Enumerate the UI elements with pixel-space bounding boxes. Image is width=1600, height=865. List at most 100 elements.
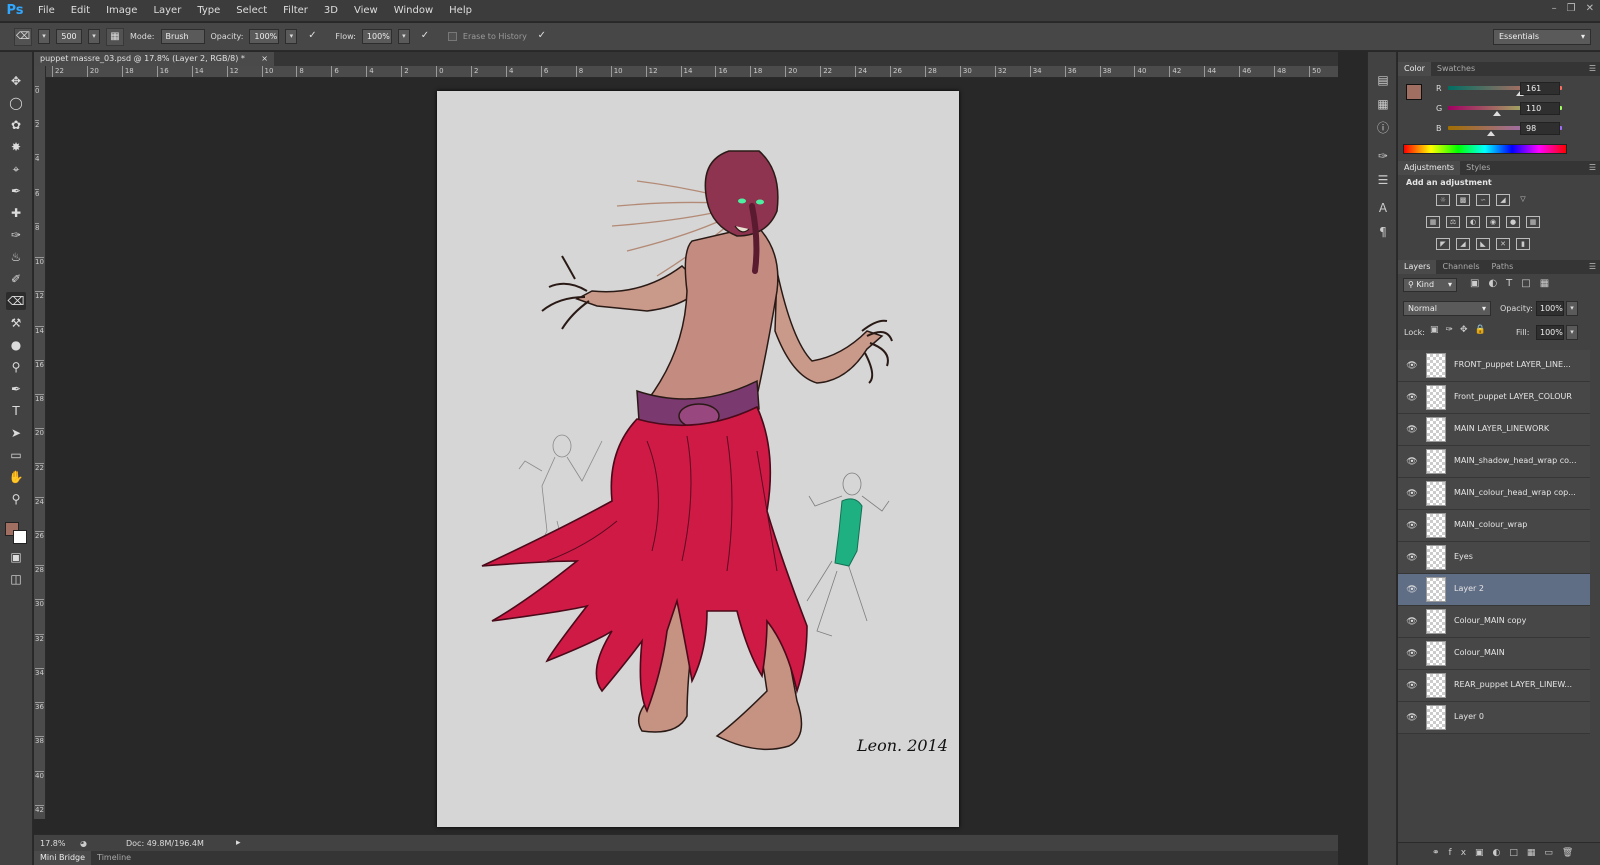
- healing-brush-tool-icon[interactable]: ✚: [6, 204, 26, 222]
- tab-channels[interactable]: Channels: [1436, 260, 1485, 274]
- visibility-eye-icon[interactable]: 👁: [1406, 392, 1418, 404]
- opacity-field[interactable]: 100%: [249, 29, 280, 44]
- layer-filter-select[interactable]: ⚲ Kind ▾: [1403, 278, 1457, 292]
- zoom-level[interactable]: 17.8%: [34, 839, 80, 848]
- layer-row[interactable]: 👁 Front_puppet LAYER_COLOUR: [1398, 382, 1590, 414]
- layer-row[interactable]: 👁 Eyes: [1398, 542, 1590, 574]
- lock-icons[interactable]: ▣✑✥🔒: [1430, 325, 1510, 339]
- pressure-opacity-icon[interactable]: ✓: [303, 28, 321, 46]
- document-close-icon[interactable]: ×: [261, 52, 268, 66]
- color-lookup-icon[interactable]: ▦: [1526, 216, 1540, 228]
- layer-opacity-field[interactable]: 100%: [1536, 301, 1564, 316]
- adjustments-panel-menu-icon[interactable]: ☰: [1589, 161, 1596, 175]
- layer-row[interactable]: 👁 REAR_puppet LAYER_LINEW...: [1398, 670, 1590, 702]
- hue-saturation-icon[interactable]: ▦: [1426, 216, 1440, 228]
- color-spectrum-bar[interactable]: [1403, 144, 1567, 154]
- status-info-icon[interactable]: ◕: [80, 839, 96, 848]
- brush-tool-icon[interactable]: ✑: [6, 226, 26, 244]
- document-tab[interactable]: puppet massre_03.psd @ 17.8% (Layer 2, R…: [34, 52, 274, 66]
- visibility-eye-icon[interactable]: 👁: [1406, 360, 1418, 372]
- layer-row[interactable]: 👁 MAIN LAYER_LINEWORK: [1398, 414, 1590, 446]
- visibility-eye-icon[interactable]: 👁: [1406, 456, 1418, 468]
- layer-row[interactable]: 👁 Colour_MAIN: [1398, 638, 1590, 670]
- layer-row[interactable]: 👁 Colour_MAIN copy: [1398, 606, 1590, 638]
- blue-slider-thumb[interactable]: [1487, 131, 1496, 136]
- brush-picker-dropdown[interactable]: ▾: [88, 29, 100, 44]
- menu-view[interactable]: View: [346, 0, 386, 22]
- layer-row[interactable]: 👁 Layer 0: [1398, 702, 1590, 734]
- visibility-eye-icon[interactable]: 👁: [1406, 616, 1418, 628]
- move-tool-icon[interactable]: ✥: [6, 72, 26, 90]
- levels-icon[interactable]: ▩: [1456, 194, 1470, 206]
- menu-filter[interactable]: Filter: [275, 0, 316, 22]
- crop-tool-icon[interactable]: ⌖: [6, 160, 26, 178]
- document-canvas[interactable]: Leon. 2014: [437, 91, 959, 827]
- history-brush-tool-icon[interactable]: ✐: [6, 270, 26, 288]
- menu-type[interactable]: Type: [189, 0, 228, 22]
- visibility-eye-icon[interactable]: 👁: [1406, 648, 1418, 660]
- flow-field[interactable]: 100%: [361, 29, 392, 44]
- quick-select-tool-icon[interactable]: ✸: [6, 138, 26, 156]
- posterize-icon[interactable]: ◢: [1456, 238, 1470, 250]
- tab-paths[interactable]: Paths: [1486, 260, 1520, 274]
- curves-icon[interactable]: ∽: [1476, 194, 1490, 206]
- marquee-tool-icon[interactable]: ◯: [6, 94, 26, 112]
- menu-help[interactable]: Help: [441, 0, 480, 22]
- channel-mixer-icon[interactable]: ●: [1506, 216, 1520, 228]
- background-color-swatch[interactable]: [13, 530, 27, 544]
- threshold-icon[interactable]: ◣: [1476, 238, 1490, 250]
- layer-row[interactable]: 👁 MAIN_shadow_head_wrap co...: [1398, 446, 1590, 478]
- visibility-eye-icon[interactable]: 👁: [1406, 520, 1418, 532]
- minimize-button[interactable]: –: [1552, 3, 1557, 14]
- tab-swatches[interactable]: Swatches: [1431, 62, 1481, 76]
- path-select-tool-icon[interactable]: ➤: [6, 424, 26, 442]
- mode-select[interactable]: Brush: [160, 29, 205, 44]
- layer-opacity-dropdown[interactable]: ▾: [1566, 301, 1578, 316]
- visibility-eye-icon[interactable]: 👁: [1406, 680, 1418, 692]
- tab-timeline[interactable]: Timeline: [91, 851, 137, 865]
- layers-panel-menu-icon[interactable]: ☰: [1589, 260, 1596, 274]
- layer-filter-icons[interactable]: ▣◐T□▦: [1470, 278, 1590, 292]
- type-tool-icon[interactable]: T: [6, 402, 26, 420]
- visibility-eye-icon[interactable]: 👁: [1406, 488, 1418, 500]
- pen-tool-icon[interactable]: ✒: [6, 380, 26, 398]
- green-value-field[interactable]: 110: [1520, 102, 1560, 115]
- flow-dropdown[interactable]: ▾: [397, 29, 410, 44]
- red-value-field[interactable]: 161: [1520, 82, 1560, 95]
- tool-preset-dropdown[interactable]: ▾: [38, 29, 50, 44]
- exposure-icon[interactable]: ◢: [1496, 194, 1510, 206]
- paragraph-panel-icon[interactable]: ¶: [1375, 224, 1391, 240]
- tab-layers[interactable]: Layers: [1398, 260, 1437, 274]
- properties-panel-icon[interactable]: ▦: [1375, 96, 1391, 112]
- paint-bucket-tool-icon[interactable]: ⚒: [6, 314, 26, 332]
- brush-size-field[interactable]: 500: [56, 29, 82, 44]
- tab-styles[interactable]: Styles: [1460, 161, 1496, 175]
- lasso-tool-icon[interactable]: ✿: [6, 116, 26, 134]
- tab-color[interactable]: Color: [1398, 62, 1431, 76]
- menu-image[interactable]: Image: [98, 0, 145, 22]
- brush-panel-icon-dock[interactable]: ☰: [1375, 172, 1391, 188]
- menu-file[interactable]: File: [30, 0, 63, 22]
- blend-mode-select[interactable]: Normal ▾: [1403, 301, 1491, 316]
- layer-row[interactable]: 👁 MAIN_colour_head_wrap cop...: [1398, 478, 1590, 510]
- color-panel-menu-icon[interactable]: ☰: [1589, 62, 1596, 76]
- status-menu-arrow-icon[interactable]: ▸: [236, 838, 241, 848]
- close-window-button[interactable]: ✕: [1586, 3, 1594, 14]
- vibrance-icon[interactable]: ▽: [1516, 194, 1530, 206]
- eraser-tool-icon[interactable]: ⌫: [6, 292, 26, 310]
- eraser-tool-preset-icon[interactable]: ⌫: [14, 27, 32, 46]
- menu-edit[interactable]: Edit: [63, 0, 98, 22]
- menu-layer[interactable]: Layer: [145, 0, 189, 22]
- history-panel-icon[interactable]: ▤: [1375, 72, 1391, 88]
- layer-row[interactable]: 👁 FRONT_puppet LAYER_LINE...: [1398, 350, 1590, 382]
- clone-stamp-tool-icon[interactable]: ♨: [6, 248, 26, 266]
- color-balance-icon[interactable]: ⚖: [1446, 216, 1460, 228]
- menu-3d[interactable]: 3D: [316, 0, 346, 22]
- visibility-eye-icon[interactable]: 👁: [1406, 552, 1418, 564]
- shape-tool-icon[interactable]: ▭: [6, 446, 26, 464]
- dodge-tool-icon[interactable]: ⚲: [6, 358, 26, 376]
- blue-value-field[interactable]: 98: [1520, 122, 1560, 135]
- brightness-contrast-icon[interactable]: ☼: [1436, 194, 1450, 206]
- info-panel-icon[interactable]: ⓘ: [1375, 120, 1391, 136]
- blur-tool-icon[interactable]: ●: [6, 336, 26, 354]
